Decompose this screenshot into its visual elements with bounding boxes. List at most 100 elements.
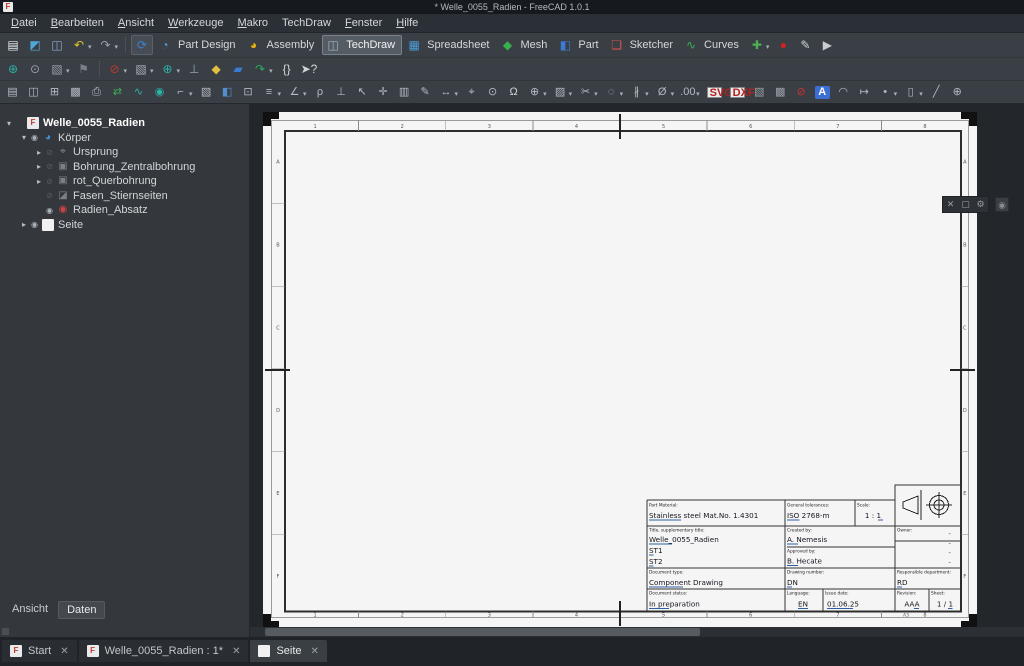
dock-overlay-button[interactable]: ⚑ xyxy=(74,59,94,79)
toggle-frames-button[interactable]: ⊘ xyxy=(792,82,811,102)
annotation-text-button[interactable]: A xyxy=(813,82,832,102)
save-document-button[interactable]: ◫ xyxy=(47,35,67,55)
doc-tab-seite[interactable]: Seite ✕ xyxy=(250,640,327,662)
tree-item-fasen-stiernseiten[interactable]: ⊘ ◪ Fasen_Stiernseiten xyxy=(0,189,249,204)
tb-language-value[interactable]: EN xyxy=(798,600,808,609)
refresh-button[interactable]: ⟳ xyxy=(131,35,154,55)
menu-fenster[interactable]: Fenster xyxy=(338,14,389,32)
draft-line-button[interactable]: ✎ xyxy=(416,82,435,102)
play-macro-button[interactable]: ▶ xyxy=(817,35,837,55)
restore-view-button[interactable]: ▢ xyxy=(958,197,973,212)
tb-created-by-value[interactable]: A. Nemesis xyxy=(787,535,827,544)
tb-title-line2[interactable]: ST1 xyxy=(649,546,663,555)
doc-tab-welle-0055-radien-1-[interactable]: F Welle_0055_Radien : 1* ✕ xyxy=(78,640,249,662)
centerline-group-button[interactable]: ⊕ ▾ xyxy=(525,82,549,102)
insert-active-view-button[interactable]: ◉ xyxy=(150,82,169,102)
workbench-spreadsheet[interactable]: ▦ Spreadsheet xyxy=(404,35,495,55)
workbench-assembly[interactable]: ◕ Assembly xyxy=(244,35,321,55)
template-field-button[interactable]: ▯ ▾ xyxy=(901,82,925,102)
expander-icon[interactable]: ▸ xyxy=(34,177,44,186)
insert-view-button[interactable]: ⌐ ▾ xyxy=(171,82,195,102)
group-folder-button[interactable]: ▰ xyxy=(228,59,248,79)
whats-this-button[interactable]: ➤? xyxy=(299,59,319,79)
doc-tab-start[interactable]: F Start ✕ xyxy=(2,640,77,662)
tree-item-seite[interactable]: ▸ ◉ Seite xyxy=(0,218,249,233)
center-mark-button[interactable]: ◌ ▾ xyxy=(602,82,626,102)
expander-icon[interactable]: ▸ xyxy=(34,148,44,157)
open-document-button[interactable]: ◩ xyxy=(25,35,45,55)
extract-image-button[interactable]: ▩ xyxy=(771,82,790,102)
hole-shaft-fit-button[interactable]: Ø ▾ xyxy=(653,82,677,102)
extent-dimension-button[interactable]: ↔ ▾ xyxy=(437,82,461,102)
close-view-button[interactable]: ✕ xyxy=(943,197,958,212)
tab-ansicht[interactable]: Ansicht xyxy=(4,601,56,619)
drawing-page[interactable]: 1122334455667788AABBCCDDEEFF Part Materi… xyxy=(263,112,977,628)
tb-part-material-value[interactable]: Stainless steel Mat.No. 1.4301 xyxy=(649,511,758,520)
oblique-dimension-button[interactable]: ↖ xyxy=(353,82,372,102)
new-document-button[interactable]: ▤ xyxy=(3,35,23,55)
tb-issue-date-value[interactable]: 01.06.25 xyxy=(827,600,859,609)
balloon-annotation-button[interactable]: ⊙ xyxy=(483,82,502,102)
position-marker-button[interactable]: ⌖ xyxy=(462,82,481,102)
workbench-sketcher[interactable]: ❏ Sketcher xyxy=(607,35,679,55)
tree-item-k-rper[interactable]: ▾ ◉ ◕ Körper xyxy=(0,131,249,146)
part-solid-button[interactable]: ◆ xyxy=(206,59,226,79)
dimension-repair-button[interactable]: ✛ xyxy=(374,82,393,102)
line-tool-button[interactable]: ╱ xyxy=(927,82,946,102)
radius-dimension-button[interactable]: ρ xyxy=(311,82,330,102)
close-tab-icon[interactable]: ✕ xyxy=(232,646,240,657)
toggle-keep-updated-button[interactable]: ∿ xyxy=(129,82,148,102)
tb-title-line3[interactable]: ST2 xyxy=(649,557,663,566)
tb-owner-placeholder[interactable]: - xyxy=(948,539,951,548)
workbench-techdraw[interactable]: ◫ TechDraw xyxy=(322,35,403,55)
tab-daten[interactable]: Daten xyxy=(58,601,106,619)
tb-responsible-department-value[interactable]: RD xyxy=(897,578,908,587)
hatch-region-button[interactable]: ▨ ▾ xyxy=(551,82,575,102)
decimal-format-button[interactable]: .00 ▾ xyxy=(678,82,702,102)
axonometric-view-button[interactable]: ▧ ▾ xyxy=(47,59,72,79)
tb-document-type-value[interactable]: Component Drawing xyxy=(649,578,723,587)
tb-drawing-number-value[interactable]: DN xyxy=(787,578,798,587)
fit-all-button[interactable]: ⊕ xyxy=(3,59,23,79)
dot-tool-button[interactable]: • ▾ xyxy=(876,82,900,102)
tb-revision-value[interactable]: AAA xyxy=(904,600,919,609)
tb-scale-value[interactable]: 1 : 1 xyxy=(865,511,881,520)
visibility-toggle-button[interactable]: ◉ xyxy=(995,197,1009,212)
clipping-off-button[interactable]: ⊘ ▾ xyxy=(105,59,130,79)
expander-icon[interactable]: ▾ xyxy=(19,133,29,142)
print-page-button[interactable]: ⎙ xyxy=(87,82,106,102)
close-tab-icon[interactable]: ✕ xyxy=(311,646,319,657)
tree-item-radien-absatz[interactable]: ◉ ◉ Radien_Absatz xyxy=(0,203,249,218)
workbench-part[interactable]: ◧ Part xyxy=(555,35,604,55)
tb-owner-placeholders[interactable]: ---- xyxy=(948,529,951,567)
tree-item-bohrung-zentralbohrung[interactable]: ▸ ⊘ ▣ Bohrung_Zentralbohrung xyxy=(0,160,249,175)
tb-sheet-value[interactable]: 1 / 1 xyxy=(937,600,953,609)
redraw-page-button[interactable]: ⊞ xyxy=(45,82,64,102)
update-page-button[interactable]: ▩ xyxy=(66,82,85,102)
link-make-button[interactable]: ↷ ▾ xyxy=(250,59,275,79)
menu-techdraw[interactable]: TechDraw xyxy=(275,14,338,32)
view-settings-button[interactable]: ⚙ xyxy=(973,197,988,212)
workbench-mesh[interactable]: ◆ Mesh xyxy=(498,35,554,55)
horizontal-scrollbar[interactable] xyxy=(250,627,1024,637)
tb-owner-placeholder[interactable]: - xyxy=(948,548,951,557)
insert-image-button[interactable]: ▧ xyxy=(750,82,769,102)
tb-owner-placeholder[interactable]: - xyxy=(948,558,951,567)
projection-group-button[interactable]: ▧ xyxy=(197,82,216,102)
record-macro-button[interactable]: ● xyxy=(773,35,793,55)
export-dxf-button[interactable]: DXF xyxy=(727,82,755,102)
insert-link-view-button[interactable]: ◧ xyxy=(218,82,237,102)
insert-default-page-button[interactable]: ▤ xyxy=(3,82,22,102)
annotation-block-button[interactable]: ▥ xyxy=(395,82,414,102)
tb-general-tolerances-value[interactable]: ISO 2768-m xyxy=(787,511,830,520)
menu-hilfe[interactable]: Hilfe xyxy=(389,14,425,32)
measure-button[interactable]: ⊥ xyxy=(184,59,204,79)
expander-icon[interactable]: ▸ xyxy=(34,162,44,171)
menu-bearbeiten[interactable]: Bearbeiten xyxy=(44,14,111,32)
insert-page-template-button[interactable]: ◫ xyxy=(24,82,43,102)
tb-title-line1[interactable]: Welle_0055_Radien xyxy=(649,535,719,544)
menu-ansicht[interactable]: Ansicht xyxy=(111,14,161,32)
menu-datei[interactable]: Datei xyxy=(4,14,44,32)
workbench-part-design[interactable]: ◔ Part Design xyxy=(155,35,241,55)
surface-finish-button[interactable]: Ω xyxy=(504,82,523,102)
